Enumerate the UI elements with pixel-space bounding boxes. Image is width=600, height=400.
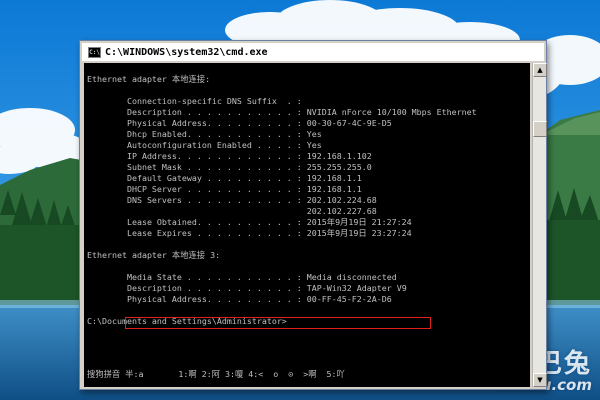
console-line: Connection-specific DNS Suffix . : — [87, 96, 302, 106]
console-output-area[interactable]: Ethernet adapter 本地连接: Connection-specif… — [84, 63, 530, 387]
console-line: Ethernet adapter 本地连接: — [87, 74, 211, 84]
vertical-scrollbar[interactable]: ▲ ▼ — [532, 63, 547, 387]
window-title: C:\WINDOWS\system32\cmd.exe — [105, 46, 268, 58]
console-app-icon[interactable]: C:\ — [88, 46, 101, 58]
cmd-window[interactable]: C:\ C:\WINDOWS\system32\cmd.exe Ethernet… — [79, 40, 547, 390]
scroll-down-button[interactable]: ▼ — [533, 373, 547, 387]
scroll-up-button[interactable]: ▲ — [533, 63, 547, 77]
console-line: Lease Expires . . . . . . . . . . : 2015… — [87, 228, 412, 238]
ime-status-bar: 搜狗拼音 半:a 1:啊 2:阿 3:嗄 4:< o ⊙ >啊 5:吖 — [84, 369, 530, 381]
console-line: IP Address. . . . . . . . . . . . : 192.… — [87, 151, 372, 161]
console-line: 202.102.227.68 — [87, 206, 377, 216]
console-line: Media State . . . . . . . . . . . : Medi… — [87, 272, 397, 282]
window-titlebar[interactable]: C:\ C:\WINDOWS\system32\cmd.exe — [82, 43, 544, 61]
console-app-icon-label: C:\ — [89, 48, 100, 56]
console-line: Physical Address. . . . . . . . . : 00-3… — [87, 118, 392, 128]
console-line: Description . . . . . . . . . . . : TAP-… — [87, 283, 407, 293]
console-line: Autoconfiguration Enabled . . . . : Yes — [87, 140, 322, 150]
console-line: Lease Obtained. . . . . . . . . . : 2015… — [87, 217, 412, 227]
console-line: Physical Address. . . . . . . . . : 00-F… — [87, 294, 392, 304]
physical-address-highlight-box — [125, 317, 431, 329]
console-line: DNS Servers . . . . . . . . . . . : 202.… — [87, 195, 377, 205]
console-line: Description . . . . . . . . . . . : NVID… — [87, 107, 477, 117]
scroll-thumb[interactable] — [533, 121, 547, 137]
console-line: DHCP Server . . . . . . . . . . . : 192.… — [87, 184, 362, 194]
console-line: Ethernet adapter 本地连接 3: — [87, 250, 221, 260]
console-line: Subnet Mask . . . . . . . . . . . : 255.… — [87, 162, 372, 172]
console-text: Ethernet adapter 本地连接: Connection-specif… — [87, 74, 477, 327]
console-line: Default Gateway . . . . . . . . . : 192.… — [87, 173, 362, 183]
console-line: Dhcp Enabled. . . . . . . . . . . : Yes — [87, 129, 322, 139]
ime-status-text: 搜狗拼音 半:a 1:啊 2:阿 3:嗄 4:< o ⊙ >啊 5:吖 — [87, 369, 345, 379]
